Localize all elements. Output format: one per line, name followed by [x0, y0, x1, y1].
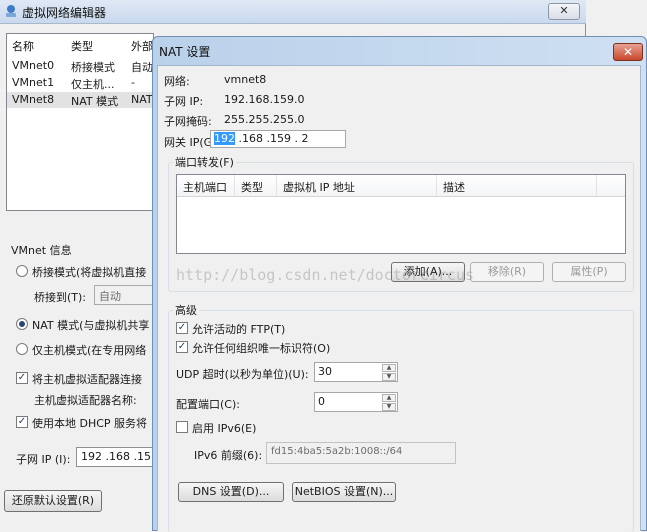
- gateway-rest-octets: .168 .159 . 2: [235, 132, 309, 145]
- vmnet-info-label: VMnet 信息: [11, 244, 72, 257]
- subnet-ip-label: 子网 IP:: [164, 95, 204, 108]
- pf-col-filler: [597, 175, 625, 197]
- bg-subnet-ip-label: 子网 IP (I):: [16, 453, 71, 466]
- row-type: 桥接模式: [71, 61, 115, 74]
- row-ext: 自动: [131, 61, 153, 74]
- bridge-mode-label: 桥接模式(将虚拟机直接: [32, 266, 147, 279]
- config-port-spinner[interactable]: 0 ▲ ▼: [314, 392, 398, 412]
- col-external-header[interactable]: 外部: [131, 38, 153, 54]
- col-type-header[interactable]: 类型: [71, 38, 93, 54]
- network-value: vmnet8: [224, 73, 267, 86]
- bridge-mode-radio[interactable]: [16, 265, 28, 277]
- dialog-title: NAT 设置: [159, 45, 211, 59]
- host-only-radio[interactable]: [16, 343, 28, 355]
- bg-title-bar: 虚拟网络编辑器 ✕: [0, 0, 586, 24]
- allow-uid-label: 允许任何组织唯一标识符(O): [192, 342, 331, 355]
- subnet-mask-label: 子网掩码:: [164, 115, 212, 128]
- watermark: http://blog.csdn.net/doctorcircus: [176, 266, 475, 284]
- spin-down-icon[interactable]: ▼: [382, 373, 396, 381]
- enable-ipv6-label: 启用 IPv6(E): [192, 422, 257, 435]
- restore-defaults-button[interactable]: 还原默认设置(R): [4, 490, 102, 512]
- spin-up-icon[interactable]: ▲: [382, 394, 396, 402]
- gateway-selected-octet: 192: [214, 132, 235, 145]
- bridge-to-select[interactable]: 自动: [94, 285, 154, 305]
- spin-down-icon[interactable]: ▼: [382, 403, 396, 411]
- row-name: VMnet1: [12, 76, 55, 89]
- table-row[interactable]: VMnet8 NAT 模式 NAT: [7, 92, 153, 108]
- bridge-to-label: 桥接到(T):: [34, 291, 87, 304]
- dialog-close-button[interactable]: ✕: [613, 43, 643, 61]
- host-only-label: 仅主机模式(在专用网络: [32, 344, 147, 357]
- subnet-mask-value: 255.255.255.0: [224, 113, 305, 126]
- bg-window-title: 虚拟网络编辑器: [22, 6, 107, 20]
- dhcp-label: 使用本地 DHCP 服务将: [32, 417, 148, 430]
- advanced-label: 高级: [175, 304, 197, 317]
- subnet-ip-value: 192.168.159.0: [224, 93, 305, 106]
- nat-mode-radio[interactable]: [16, 318, 28, 330]
- port-forwarding-table[interactable]: 主机端口 类型 虚拟机 IP 地址 描述: [176, 174, 626, 254]
- enable-ipv6-checkbox[interactable]: [176, 421, 188, 433]
- allow-ftp-checkbox[interactable]: ✓: [176, 322, 188, 334]
- vmnet-list[interactable]: 名称 类型 外部 VMnet0 桥接模式 自动 VMnet1 仅主机... - …: [6, 33, 154, 211]
- dns-settings-button[interactable]: DNS 设置(D)...: [178, 482, 284, 502]
- ipv6-prefix-field[interactable]: fd15:4ba5:5a2b:1008::/64: [266, 442, 456, 464]
- ipv6-prefix-label: IPv6 前缀(6):: [194, 449, 263, 462]
- row-type: NAT 模式: [71, 95, 119, 108]
- allow-uid-checkbox[interactable]: ✓: [176, 341, 188, 353]
- remove-button[interactable]: 移除(R): [470, 262, 544, 282]
- pf-col-type[interactable]: 类型: [235, 175, 277, 197]
- port-forwarding-label: 端口转发(F): [175, 156, 234, 169]
- row-name: VMnet8: [12, 93, 55, 106]
- pf-col-description[interactable]: 描述: [437, 175, 597, 197]
- connect-adapter-label: 将主机虚拟适配器连接: [32, 373, 142, 386]
- row-name: VMnet0: [12, 59, 55, 72]
- col-name-header[interactable]: 名称: [12, 38, 34, 54]
- dialog-body: 网络: vmnet8 子网 IP: 192.168.159.0 子网掩码: 25…: [157, 65, 641, 532]
- table-row[interactable]: VMnet0 桥接模式 自动: [7, 58, 153, 74]
- row-type: 仅主机...: [71, 78, 115, 91]
- adapter-name-label: 主机虚拟适配器名称:: [34, 394, 137, 407]
- connect-adapter-checkbox[interactable]: ✓: [16, 372, 28, 384]
- udp-timeout-label: UDP 超时(以秒为单位)(U):: [176, 368, 309, 381]
- gateway-ip-input[interactable]: 192 .168 .159 . 2: [210, 130, 346, 148]
- nat-mode-label: NAT 模式(与虚拟机共享: [32, 319, 150, 332]
- bg-subnet-ip-input[interactable]: 192 .168 .15: [76, 447, 154, 467]
- bg-close-button[interactable]: ✕: [548, 3, 580, 20]
- config-port-value: 0: [318, 395, 325, 408]
- pf-col-host-port[interactable]: 主机端口: [177, 175, 235, 197]
- allow-ftp-label: 允许活动的 FTP(T): [192, 323, 286, 336]
- udp-timeout-value: 30: [318, 365, 332, 378]
- network-label: 网络:: [164, 75, 190, 88]
- pf-col-vm-ip[interactable]: 虚拟机 IP 地址: [277, 175, 437, 197]
- spin-up-icon[interactable]: ▲: [382, 364, 396, 372]
- row-ext: NAT: [131, 93, 153, 106]
- table-row[interactable]: VMnet1 仅主机... -: [7, 75, 153, 91]
- netbios-settings-button[interactable]: NetBIOS 设置(N)...: [292, 482, 396, 502]
- dhcp-checkbox[interactable]: ✓: [16, 416, 28, 428]
- udp-timeout-spinner[interactable]: 30 ▲ ▼: [314, 362, 398, 382]
- network-editor-icon: [6, 5, 16, 17]
- config-port-label: 配置端口(C):: [176, 398, 240, 411]
- properties-button[interactable]: 属性(P): [552, 262, 626, 282]
- row-ext: -: [131, 76, 135, 89]
